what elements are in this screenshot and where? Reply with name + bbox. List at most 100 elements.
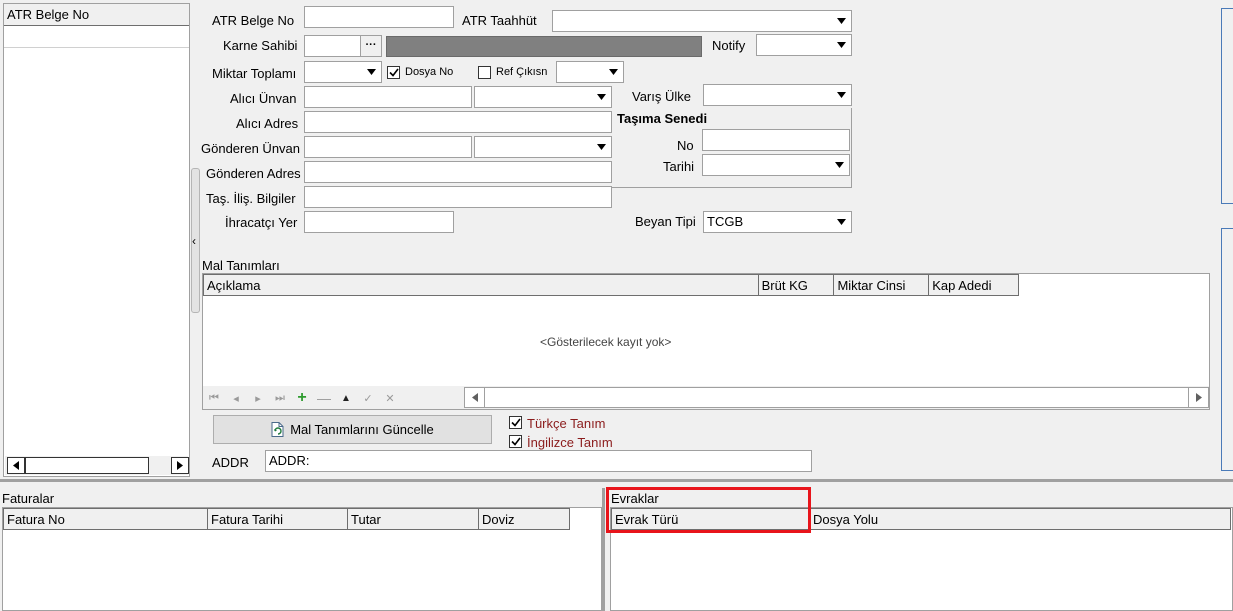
next-record-icon[interactable]: ▸ xyxy=(248,389,268,407)
beyan-tipi-label: Beyan Tipi xyxy=(635,214,696,229)
tasima-no-input[interactable] xyxy=(702,129,850,151)
chevron-down-icon xyxy=(831,212,851,232)
chevron-down-icon xyxy=(831,35,851,55)
highlight-box xyxy=(606,487,811,533)
grid-scroll-left-button[interactable] xyxy=(464,387,485,408)
ingilizce-tanim-checkbox[interactable] xyxy=(509,435,522,448)
karne-sahibi-label: Karne Sahibi xyxy=(223,38,298,53)
atr-list-panel[interactable]: ATR Belge No xyxy=(3,3,190,477)
collapse-arrow-icon[interactable]: ‹ xyxy=(192,234,200,248)
alici-adres-input[interactable] xyxy=(304,111,612,133)
ihracatci-yer-label: İhracatçı Yer xyxy=(225,215,298,230)
gonderen-unvan-select[interactable] xyxy=(474,136,612,158)
addr-input[interactable]: ADDR: xyxy=(265,450,812,472)
chevron-down-icon xyxy=(829,155,849,175)
faturalar-title: Faturalar xyxy=(2,491,55,506)
first-record-icon[interactable]: ⏮ xyxy=(204,389,224,407)
dosya-no-checkbox[interactable] xyxy=(387,66,400,79)
ref-cikisin-label: Ref Çıkısn xyxy=(496,66,548,78)
ingilizce-tanim-label: İngilizce Tanım xyxy=(527,435,613,450)
right-panel-frame xyxy=(1221,8,1233,204)
grid-scroll-track[interactable] xyxy=(485,387,1188,408)
atr-taahhut-select[interactable] xyxy=(552,10,852,32)
add-record-icon[interactable]: + xyxy=(292,389,312,407)
faturalar-header[interactable]: Fatura No Fatura Tarihi Tutar Doviz xyxy=(3,508,570,530)
dosya-no-label: Dosya No xyxy=(405,66,454,78)
column-header-fatura-no[interactable]: Fatura No xyxy=(4,509,208,529)
chevron-down-icon xyxy=(831,85,851,105)
alici-unvan-select[interactable] xyxy=(474,86,612,108)
post-record-icon[interactable]: ✓ xyxy=(358,389,378,407)
cancel-record-icon[interactable]: ✕ xyxy=(380,389,400,407)
empty-grid-message: <Gösterilecek kayıt yok> xyxy=(540,335,672,349)
tasima-tarihi-label: Tarihi xyxy=(663,159,695,174)
arrow-right-icon xyxy=(177,461,183,470)
ellipsis-icon: ··· xyxy=(365,39,377,51)
prev-record-icon[interactable]: ◂ xyxy=(226,389,246,407)
scroll-thumb[interactable] xyxy=(25,457,149,474)
column-header-kap-adedi[interactable]: Kap Adedi xyxy=(929,275,1018,295)
column-header-fatura-tarihi[interactable]: Fatura Tarihi xyxy=(208,509,348,529)
grid-scroll-right-button[interactable] xyxy=(1188,387,1209,408)
turkce-tanim-label: Türkçe Tanım xyxy=(527,416,606,431)
grid-hscrollbar[interactable] xyxy=(464,387,1209,408)
atr-list-header[interactable]: ATR Belge No xyxy=(4,4,189,26)
varis-ulke-select[interactable] xyxy=(703,84,852,106)
ref-cikisin-select[interactable] xyxy=(556,61,624,83)
beyan-tipi-value: TCGB xyxy=(707,214,744,229)
arrow-left-icon xyxy=(13,461,19,470)
tasima-tarihi-select[interactable] xyxy=(702,154,850,176)
tas-ilis-input[interactable] xyxy=(304,186,612,208)
horizontal-divider[interactable] xyxy=(0,479,1233,482)
atr-belge-no-label: ATR Belge No xyxy=(212,13,295,28)
scroll-left-button[interactable] xyxy=(7,457,25,474)
mal-tanimlari-guncelle-label: Mal Tanımlarını Güncelle xyxy=(290,422,434,437)
gonderen-adres-label: Gönderen Adres xyxy=(206,166,301,181)
chevron-down-icon xyxy=(591,137,611,157)
miktar-toplami-select[interactable] xyxy=(304,61,382,83)
column-header-dosya-yolu[interactable]: Dosya Yolu xyxy=(810,509,1230,529)
vertical-divider[interactable] xyxy=(602,488,605,611)
alici-unvan-input[interactable] xyxy=(304,86,472,108)
atr-list-filter-row[interactable] xyxy=(4,27,189,48)
chevron-down-icon xyxy=(603,62,623,82)
ihracatci-yer-input[interactable] xyxy=(304,211,454,233)
column-header-aciklama[interactable]: Açıklama xyxy=(204,275,759,295)
alici-unvan-label: Alıcı Ünvan xyxy=(230,91,297,106)
checkmark-icon xyxy=(510,418,521,427)
mal-tanimlari-guncelle-button[interactable]: Mal Tanımlarını Güncelle xyxy=(213,415,492,444)
scroll-right-button[interactable] xyxy=(171,457,189,474)
arrow-left-icon xyxy=(471,393,478,402)
alici-adres-label: Alıcı Adres xyxy=(236,116,299,131)
notify-select[interactable] xyxy=(756,34,852,56)
addr-label: ADDR xyxy=(212,455,249,470)
chevron-down-icon xyxy=(831,11,851,31)
gonderen-unvan-label: Gönderen Ünvan xyxy=(201,141,301,156)
karne-sahibi-name-field xyxy=(386,36,702,57)
miktar-toplami-label: Miktar Toplamı xyxy=(212,66,297,81)
gonderen-unvan-input[interactable] xyxy=(304,136,472,158)
ref-cikisin-checkbox[interactable] xyxy=(478,66,491,79)
mal-tanimlari-title: Mal Tanımları xyxy=(202,258,280,273)
tas-ilis-label: Taş. İliş. Bilgiler xyxy=(206,191,296,206)
checkmark-icon xyxy=(388,68,399,77)
karne-sahibi-browse-button[interactable]: ··· xyxy=(360,35,382,57)
edit-record-icon[interactable]: ▲ xyxy=(336,389,356,407)
column-header-miktar-cinsi[interactable]: Miktar Cinsi xyxy=(834,275,930,295)
last-record-icon[interactable]: ⏭ xyxy=(270,389,290,407)
atr-belge-no-input[interactable] xyxy=(304,6,454,28)
column-header-tutar[interactable]: Tutar xyxy=(348,509,479,529)
tasima-no-label: No xyxy=(677,138,694,153)
column-header-brut-kg[interactable]: Brüt KG xyxy=(759,275,835,295)
varis-ulke-label: Varış Ülke xyxy=(632,89,691,104)
refresh-document-icon xyxy=(271,422,284,437)
beyan-tipi-select[interactable]: TCGB xyxy=(703,211,852,233)
mal-tanimlari-header[interactable]: Açıklama Brüt KG Miktar Cinsi Kap Adedi xyxy=(203,274,1019,296)
atr-list-hscrollbar[interactable] xyxy=(5,456,189,475)
karne-sahibi-input[interactable] xyxy=(304,35,361,57)
column-header-doviz[interactable]: Doviz xyxy=(479,509,569,529)
chevron-down-icon xyxy=(361,62,381,82)
gonderen-adres-input[interactable] xyxy=(304,161,612,183)
delete-record-icon[interactable]: — xyxy=(314,389,334,407)
turkce-tanim-checkbox[interactable] xyxy=(509,416,522,429)
